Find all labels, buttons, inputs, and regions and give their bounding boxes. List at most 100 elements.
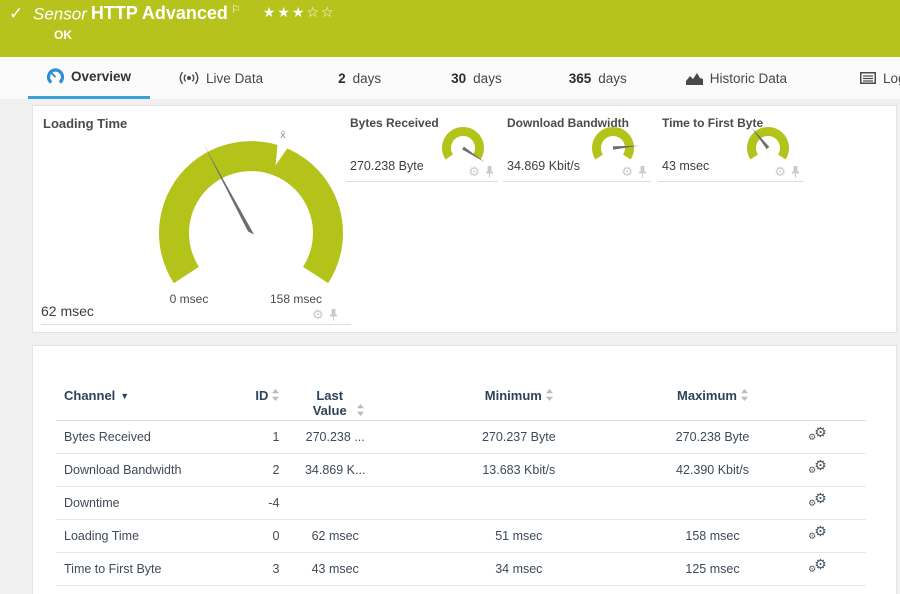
channel-name-cell: Loading Time <box>64 528 140 543</box>
sort-both-icon <box>356 404 364 416</box>
column-header-maximum-label: Maximum <box>677 388 737 403</box>
channel-settings-icon[interactable]: ⚙ ⚙ <box>808 457 828 477</box>
minimum-cell: 270.237 Byte <box>481 429 556 444</box>
maximum-cell: 125 msec <box>685 561 740 576</box>
page-title: HTTP Advanced <box>90 3 228 24</box>
pin-icon[interactable] <box>638 165 647 178</box>
sort-desc-icon: ▼ <box>120 391 130 401</box>
maximum-cell <box>655 486 771 519</box>
sensor-header: ✓ Sensor HTTP Advanced ⚐ ★★★☆☆ OK <box>0 0 900 57</box>
bytes-received-gauge-block: Bytes Received 270.238 Byte ⚙ <box>346 112 498 182</box>
table-row: Downtime -4 ⚙ ⚙ <box>56 486 866 519</box>
sort-both-icon <box>272 389 280 401</box>
tab-historic-data-label: Historic Data <box>709 70 788 86</box>
priority-stars[interactable]: ★★★☆☆ <box>263 4 336 20</box>
column-header-last-value-label: Last Value <box>312 388 347 418</box>
tab-2-days-number: 2 <box>338 70 346 86</box>
tab-365-days-number: 365 <box>568 70 592 86</box>
table-row: Time to First Byte 3 43 msec 34 msec 125… <box>56 552 866 585</box>
gauge-icon <box>47 68 64 84</box>
bytes-received-value: 270.238 Byte <box>350 159 424 173</box>
mean-marker-label: x̄ <box>280 129 286 141</box>
gauge-scale-max: 158 msec <box>269 292 323 306</box>
gauge-scale-min: 0 msec <box>169 292 209 306</box>
time-to-first-byte-gauge-block: Time to First Byte 43 msec ⚙ <box>658 112 804 182</box>
column-header-minimum[interactable]: Minimum <box>383 388 655 420</box>
tab-2-days[interactable]: 2 days <box>325 57 394 99</box>
tab-365-days[interactable]: 365 days <box>556 57 640 99</box>
sensor-title-row: Sensor HTTP Advanced ⚐ ★★★☆☆ <box>33 3 336 24</box>
column-header-minimum-label: Minimum <box>484 388 542 403</box>
channel-settings-icon[interactable]: ⚙ ⚙ <box>808 424 828 444</box>
tab-overview-label: Overview <box>71 69 132 84</box>
minimum-cell: 13.683 Kbit/s <box>482 462 556 477</box>
tab-overview[interactable]: Overview <box>28 57 151 99</box>
column-header-id[interactable]: ID <box>227 388 287 420</box>
gear-icon: ⚙ <box>808 464 817 475</box>
column-header-channel-label: Channel <box>64 388 116 403</box>
column-header-channel[interactable]: Channel ▼ <box>56 388 227 420</box>
channel-id-cell: 1 <box>272 429 280 444</box>
loading-time-gauge-title: Loading Time <box>43 116 128 131</box>
gear-icon: ⚙ <box>808 530 817 541</box>
gear-icon: ⚙ <box>808 497 817 508</box>
tab-bar: Overview Live Data 2 days 30 days 365 da… <box>0 57 900 99</box>
minimum-cell <box>383 486 655 519</box>
gauge-gear-icon[interactable]: ⚙ <box>468 165 480 178</box>
table-row: Download Bandwidth 2 34.869 K... 13.683 … <box>56 453 866 486</box>
channel-table-panel: Channel ▼ ID Last Value Minimum Maximum <box>32 345 897 594</box>
area-chart-icon <box>685 72 703 85</box>
tab-live-data[interactable]: Live Data <box>166 57 276 99</box>
pin-icon[interactable] <box>791 165 800 178</box>
tab-30-days[interactable]: 30 days <box>438 57 515 99</box>
column-header-id-label: ID <box>255 388 269 403</box>
gauge-gear-icon[interactable]: ⚙ <box>774 165 786 178</box>
bytes-received-title: Bytes Received <box>350 116 439 130</box>
gauges-panel: Loading Time x̄ 0 msec 158 msec 62 msec … <box>32 105 897 333</box>
gear-icon: ⚙ <box>808 431 817 442</box>
gear-icon: ⚙ <box>808 563 817 574</box>
last-value-cell <box>287 486 383 519</box>
loading-time-gauge: x̄ <box>159 129 343 284</box>
minimum-cell: 34 msec <box>495 561 543 576</box>
channel-name-cell: Bytes Received <box>64 429 151 444</box>
column-header-maximum[interactable]: Maximum <box>655 388 771 420</box>
pin-icon[interactable] <box>329 308 338 321</box>
channel-id-cell: -4 <box>268 495 280 510</box>
maximum-cell: 158 msec <box>685 528 740 543</box>
priority-flag-icon[interactable]: ⚐ <box>231 4 241 16</box>
log-list-icon <box>860 72 877 84</box>
channel-settings-icon[interactable]: ⚙ ⚙ <box>808 556 828 576</box>
channel-settings-icon[interactable]: ⚙ ⚙ <box>808 523 828 543</box>
column-header-last-value[interactable]: Last Value <box>287 388 383 420</box>
live-signal-icon <box>179 71 199 85</box>
gauge-gear-icon[interactable]: ⚙ <box>312 308 324 321</box>
status-badge: OK <box>54 28 72 42</box>
maximum-cell: 270.238 Byte <box>675 429 750 444</box>
divider <box>41 324 351 325</box>
last-value-cell: 62 msec <box>311 528 359 543</box>
tab-30-days-number: 30 <box>451 70 467 86</box>
channel-table: Channel ▼ ID Last Value Minimum Maximum <box>56 388 866 586</box>
table-row: Bytes Received 1 270.238 ... 270.237 Byt… <box>56 420 866 453</box>
minimum-cell: 51 msec <box>495 528 543 543</box>
tab-365-days-unit: days <box>598 70 627 86</box>
channel-settings-icon[interactable]: ⚙ ⚙ <box>808 490 828 510</box>
loading-time-value: 62 msec <box>41 303 94 319</box>
maximum-cell: 42.390 Kbit/s <box>676 462 749 477</box>
sort-both-icon <box>740 389 748 401</box>
pin-icon[interactable] <box>485 165 494 178</box>
channel-id-cell: 2 <box>272 462 280 477</box>
tab-log-label: Log <box>883 70 900 86</box>
object-type-label: Sensor <box>33 4 87 24</box>
gauge-gear-icon[interactable]: ⚙ <box>621 165 633 178</box>
status-check-icon: ✓ <box>9 4 24 23</box>
sort-both-icon <box>545 389 553 401</box>
tab-log[interactable]: Log <box>847 57 900 99</box>
last-value-cell: 270.238 ... <box>305 429 365 444</box>
last-value-cell: 43 msec <box>311 561 359 576</box>
table-header-row: Channel ▼ ID Last Value Minimum Maximum <box>56 388 866 420</box>
tab-historic-data[interactable]: Historic Data <box>673 57 800 99</box>
table-row: Loading Time 0 62 msec 51 msec 158 msec … <box>56 519 866 552</box>
time-to-first-byte-value: 43 msec <box>662 159 710 173</box>
